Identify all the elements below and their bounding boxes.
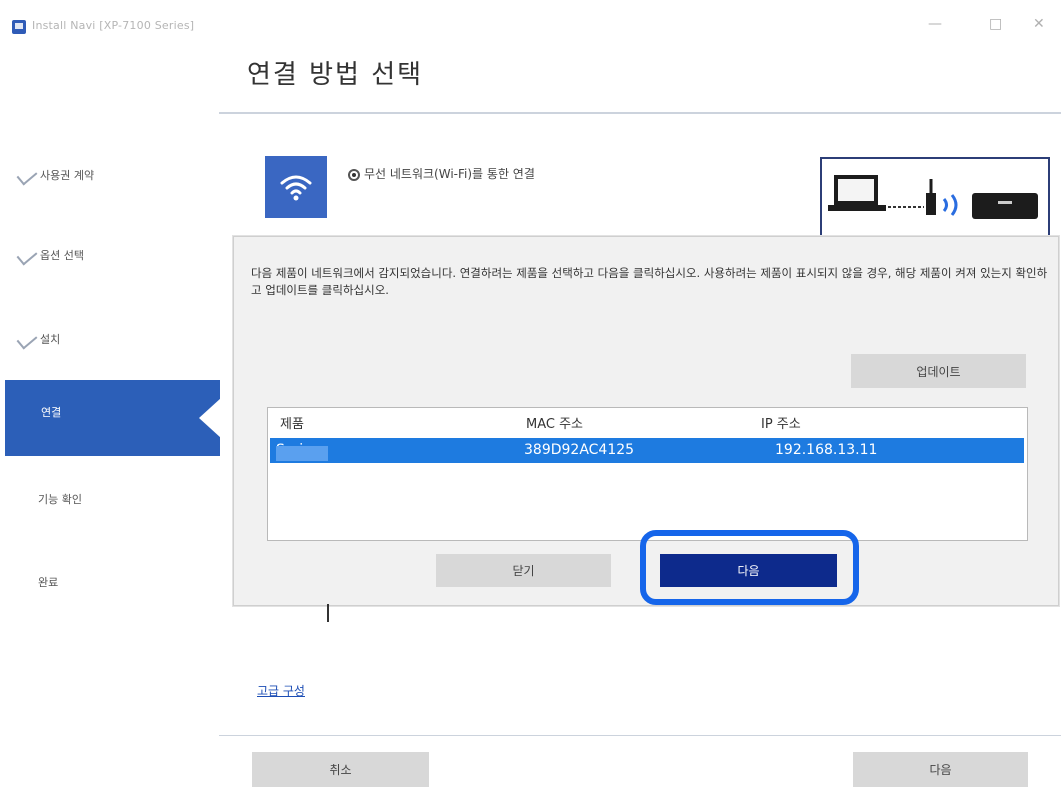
sidebar-item-finish: 완료 xyxy=(0,567,220,597)
laptop-router-printer-icon xyxy=(828,175,1038,219)
product-name-redaction xyxy=(276,446,328,461)
sidebar-item-label: 연결 xyxy=(41,406,62,419)
radio-selected-icon xyxy=(348,168,360,181)
sidebar-item-label: 완료 xyxy=(38,576,59,589)
sidebar-item-connection: 연결 xyxy=(5,380,221,456)
cancel-button[interactable]: 취소 xyxy=(252,752,429,787)
sidebar-item-feature-check: 기능 확인 xyxy=(0,484,220,514)
check-icon xyxy=(16,245,38,266)
sidebar-item-license: 사용권 계약 xyxy=(0,160,220,190)
sidebar-item-label: 기능 확인 xyxy=(38,493,82,506)
footer-divider xyxy=(219,735,1061,736)
connection-illustration xyxy=(820,157,1050,241)
column-header-ip[interactable]: IP 주소 xyxy=(761,413,801,432)
minimize-button[interactable]: — xyxy=(928,16,942,32)
table-row[interactable]: Series 389D92AC4125 192.168.13.11 xyxy=(270,438,1024,463)
check-icon xyxy=(16,329,38,350)
cell-product: Series xyxy=(276,442,328,461)
check-icon xyxy=(16,165,38,186)
title-bar: Install Navi [XP-7100 Series] — □ ✕ xyxy=(0,0,1061,40)
column-header-mac[interactable]: MAC 주소 xyxy=(526,413,583,432)
sidebar-item-options: 옵션 선택 xyxy=(0,240,220,270)
dialog-close-button[interactable]: 닫기 xyxy=(436,554,611,587)
sidebar-item-label: 설치 xyxy=(40,333,61,346)
product-list[interactable]: 제품 MAC 주소 IP 주소 Series 389D92AC4125 192.… xyxy=(267,407,1028,541)
sidebar-item-label: 옵션 선택 xyxy=(40,249,84,262)
background-cursor-line xyxy=(327,604,329,622)
next-button[interactable]: 다음 xyxy=(853,752,1028,787)
advanced-config-link[interactable]: 고급 구성 xyxy=(257,682,305,699)
sidebar-item-install: 설치 xyxy=(0,324,220,354)
sidebar-item-label: 사용권 계약 xyxy=(40,169,95,182)
cell-mac: 389D92AC4125 xyxy=(524,442,635,458)
cell-ip: 192.168.13.11 xyxy=(775,442,878,458)
title-divider xyxy=(219,112,1061,114)
wifi-connection-radio[interactable]: 무선 네트워크(Wi-Fi)를 통한 연결 xyxy=(348,165,535,182)
wifi-icon xyxy=(280,175,312,201)
app-icon xyxy=(12,20,26,34)
dialog-message: 다음 제품이 네트워크에서 감지되었습니다. 연결하려는 제품을 선택하고 다음… xyxy=(251,266,1048,297)
column-header-product[interactable]: 제품 xyxy=(280,413,304,432)
window-title: Install Navi [XP-7100 Series] xyxy=(32,19,195,32)
page-title: 연결 방법 선택 xyxy=(247,60,424,90)
list-header: 제품 MAC 주소 IP 주소 xyxy=(268,408,1027,432)
update-button[interactable]: 업데이트 xyxy=(851,354,1026,388)
maximize-button[interactable]: □ xyxy=(989,16,1002,32)
next-button-highlight xyxy=(640,530,859,605)
wifi-tile[interactable] xyxy=(265,156,327,218)
close-window-button[interactable]: ✕ xyxy=(1033,16,1045,32)
wifi-connection-label: 무선 네트워크(Wi-Fi)를 통한 연결 xyxy=(364,167,535,181)
